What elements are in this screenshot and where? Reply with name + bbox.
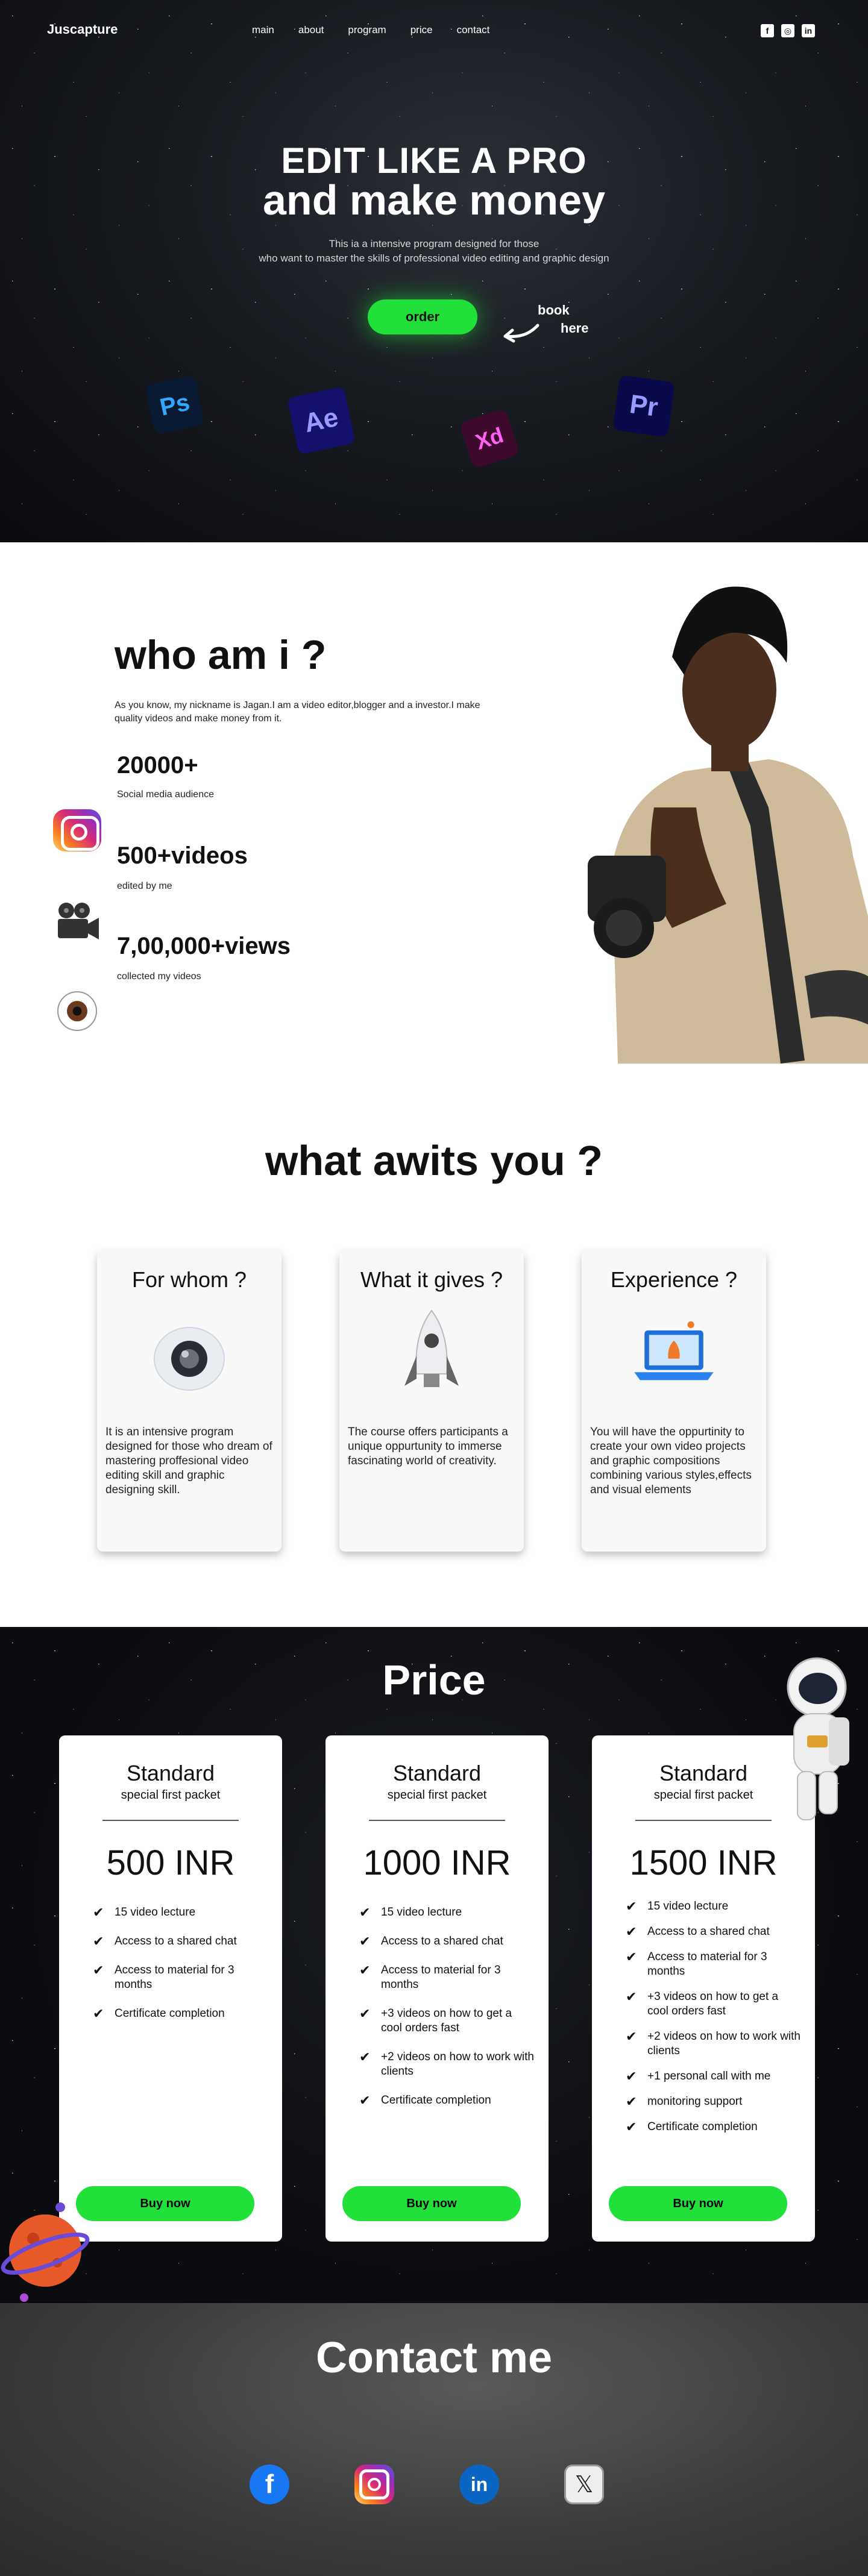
hero-subtitle-line2: who want to master the skills of profess… xyxy=(259,252,609,264)
price-card: Standard special first packet 500 INR 15… xyxy=(59,1735,282,2242)
awaits-card: For whom ? It is an intensive program de… xyxy=(97,1250,281,1552)
price-section: Price Standard special first packet 500 … xyxy=(0,1627,868,2303)
laptop-icon xyxy=(629,1311,719,1401)
buy-now-button[interactable]: Buy now xyxy=(609,2186,787,2221)
plan-name: Standard xyxy=(126,1761,215,1785)
feature-item: Certificate completion xyxy=(359,2093,534,2108)
card-text: You will have the oppurtinity to create … xyxy=(590,1426,752,1496)
plan-price: 1500 INR xyxy=(629,1843,778,1882)
feature-item: 15 video lecture xyxy=(359,1905,534,1920)
about-description: As you know, my nickname is Jagan.I am a… xyxy=(115,700,480,724)
divider xyxy=(635,1820,772,1821)
site-logo[interactable]: Juscapture xyxy=(47,22,118,37)
linkedin-icon[interactable]: in xyxy=(802,24,815,37)
nav-link-contact[interactable]: contact xyxy=(457,24,490,36)
feature-list: 15 video lecture Access to a shared chat… xyxy=(626,1899,800,2145)
feature-item: Certificate completion xyxy=(93,2007,268,2021)
photoshop-icon: Ps xyxy=(145,375,205,435)
facebook-icon[interactable]: f xyxy=(250,2465,289,2504)
stat-value-audience: 20000+ xyxy=(117,752,198,779)
order-button[interactable]: order xyxy=(368,299,477,334)
feature-list: 15 video lecture Access to a shared chat… xyxy=(359,1905,534,2122)
contact-title: Contact me xyxy=(315,2334,553,2382)
plan-subtitle: special first packet xyxy=(387,1788,487,1802)
eye-icon xyxy=(53,987,101,1035)
awaits-card: What it gives ? The course offers partic… xyxy=(339,1250,524,1552)
nav-link-about[interactable]: about xyxy=(298,24,324,36)
instagram-icon[interactable] xyxy=(354,2465,394,2504)
plan-name: Standard xyxy=(392,1761,482,1785)
x-icon[interactable]: 𝕏 xyxy=(564,2465,604,2504)
feature-item: Access to a shared chat xyxy=(626,1925,800,1939)
instagram-icon[interactable]: ◎ xyxy=(781,24,794,37)
nav-links: main about program price contact xyxy=(252,24,489,36)
hero-subtitle: This ia a intensive program designed for… xyxy=(0,237,868,266)
feature-item: Access to material for 3 months xyxy=(359,1963,534,1992)
webcam-icon xyxy=(144,1311,234,1401)
stat-label-views: collected my videos xyxy=(117,971,201,982)
plan-price: 500 INR xyxy=(106,1843,235,1882)
divider xyxy=(102,1820,239,1821)
portrait-photo xyxy=(588,542,868,1064)
card-text: The course offers participants a unique … xyxy=(348,1426,508,1467)
instagram-icon xyxy=(53,806,101,854)
hero-section: Juscapture main about program price cont… xyxy=(0,0,868,542)
contact-section: Contact me f in 𝕏 xyxy=(0,2303,868,2576)
feature-item: +3 videos on how to get a cool orders fa… xyxy=(626,1990,800,2019)
price-card: Standard special first packet 1000 INR 1… xyxy=(326,1735,549,2242)
nav-link-price[interactable]: price xyxy=(410,24,433,36)
camera-icon xyxy=(53,897,101,945)
feature-item: +2 videos on how to work with clients xyxy=(359,2050,534,2079)
awaits-card: Experience ? You will have the oppurtini… xyxy=(582,1250,766,1552)
plan-subtitle: special first packet xyxy=(121,1788,221,1802)
feature-item: Access to material for 3 months xyxy=(93,1963,268,1992)
about-title: who am i ? xyxy=(115,632,327,678)
star-background xyxy=(0,0,868,542)
stat-value-views: 7,00,000+views xyxy=(117,933,291,959)
nav-link-program[interactable]: program xyxy=(348,24,386,36)
feature-item: Access to a shared chat xyxy=(93,1934,268,1949)
rocket-icon xyxy=(386,1309,477,1401)
book-here-label: book here xyxy=(538,302,589,336)
hero-title-line1: EDIT LIKE A PRO xyxy=(281,140,587,181)
facebook-icon[interactable]: f xyxy=(761,24,774,37)
stat-label-audience: Social media audience xyxy=(117,789,214,800)
feature-item: Access to a shared chat xyxy=(359,1934,534,1949)
feature-list: 15 video lecture Access to a shared chat… xyxy=(93,1905,268,2035)
stat-value-videos: 500+videos xyxy=(117,842,248,869)
feature-item: 15 video lecture xyxy=(93,1905,268,1920)
after-effects-icon: Ae xyxy=(287,386,356,455)
curved-arrow-icon xyxy=(503,324,539,343)
linkedin-icon[interactable]: in xyxy=(459,2465,499,2504)
hero-subtitle-line1: This ia a intensive program designed for… xyxy=(329,238,539,249)
top-nav: Juscapture main about program price cont… xyxy=(0,22,868,40)
buy-now-button[interactable]: Buy now xyxy=(76,2186,254,2221)
feature-item: Access to material for 3 months xyxy=(626,1950,800,1979)
stat-label-videos: edited by me xyxy=(117,881,172,891)
divider xyxy=(369,1820,505,1821)
buy-now-button[interactable]: Buy now xyxy=(342,2186,521,2221)
astronaut-icon xyxy=(787,1657,849,1820)
awaits-title: what awits you ? xyxy=(265,1137,603,1184)
card-title: What it gives ? xyxy=(360,1267,503,1292)
feature-item: monitoring support xyxy=(626,2095,800,2109)
nav-social-icons: f ◎ in xyxy=(761,24,815,37)
feature-item: +2 videos on how to work with clients xyxy=(626,2029,800,2058)
feature-item: 15 video lecture xyxy=(626,1899,800,1914)
card-title: For whom ? xyxy=(131,1267,247,1292)
planet-icon xyxy=(1,2202,90,2302)
price-title: Price xyxy=(382,1656,486,1703)
nav-link-main[interactable]: main xyxy=(252,24,274,36)
card-title: Experience ? xyxy=(610,1267,738,1292)
card-text: It is an intensive program designed for … xyxy=(105,1426,272,1496)
feature-item: Certificate completion xyxy=(626,2120,800,2134)
plan-price: 1000 INR xyxy=(363,1843,511,1882)
feature-item: +3 videos on how to get a cool orders fa… xyxy=(359,2007,534,2035)
premiere-pro-icon: Pr xyxy=(612,375,675,437)
hero-title-line2: and make money xyxy=(263,177,605,224)
feature-item: +1 personal call with me xyxy=(626,2069,800,2084)
